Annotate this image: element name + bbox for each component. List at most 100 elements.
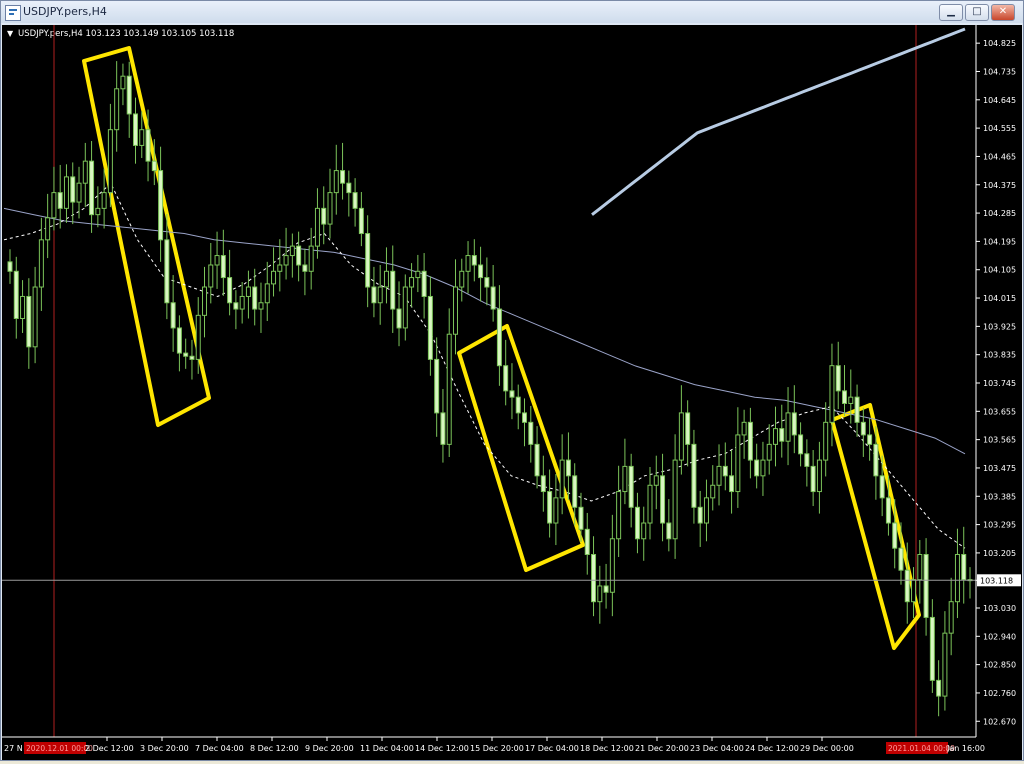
candle-body <box>735 434 741 493</box>
candle-body <box>13 270 19 319</box>
candle-body <box>346 182 352 194</box>
candle-body <box>70 176 76 203</box>
candle-body <box>892 522 898 549</box>
candle-body <box>653 475 659 486</box>
candle-body <box>565 459 571 477</box>
candle-body <box>496 308 502 367</box>
candle-body <box>603 585 609 593</box>
candle-body <box>208 264 214 288</box>
x-tick-label: 15 Dec 20:00 <box>470 744 524 753</box>
x-tick-label: 17 Dec 04:00 <box>525 744 579 753</box>
candle-body <box>365 233 371 288</box>
chart-window-icon <box>5 5 21 21</box>
candle-body <box>754 459 760 477</box>
candle-body <box>540 475 546 493</box>
candle-body <box>879 475 885 499</box>
chart-header: USDJPY.pers,H4 103.123 103.149 103.105 1… <box>18 29 234 39</box>
candle-body <box>936 679 942 697</box>
candle-body <box>32 286 38 348</box>
candle-body <box>741 421 747 436</box>
y-tick-label: 103.385 <box>983 492 1016 501</box>
candle-body <box>396 308 402 329</box>
candle-body <box>929 616 935 681</box>
candle-body <box>766 443 772 461</box>
candle-body <box>779 428 785 442</box>
candle-body <box>634 506 640 540</box>
chart-header-arrow: ▼ <box>7 29 14 38</box>
candle-body <box>584 528 590 555</box>
candle-body <box>302 264 308 272</box>
chart-window: USDJPY.pers,H4 ▁ □ ✕ ▼ USDJPY.pers,H4 10… <box>0 0 1024 761</box>
candle-body <box>747 421 753 461</box>
candle-body <box>220 255 226 279</box>
candle-body <box>271 270 277 285</box>
y-tick-label: 103.475 <box>983 464 1016 473</box>
candle-body <box>427 295 433 360</box>
y-tick-label: 102.760 <box>983 689 1016 698</box>
candle-body <box>810 465 816 493</box>
candle-body <box>716 465 722 486</box>
candle-body <box>38 239 44 288</box>
candle-body <box>867 434 873 445</box>
candle-body <box>785 412 791 442</box>
candle-body <box>214 255 220 266</box>
candle-body <box>327 192 333 225</box>
candle-body <box>126 75 132 115</box>
x-tick-label: 21 Dec 20:00 <box>635 744 689 753</box>
candle-body <box>340 170 346 184</box>
price-chart[interactable]: ▼ USDJPY.pers,H4 103.123 103.149 103.105… <box>2 25 1022 760</box>
candle-body <box>478 264 484 279</box>
candle-body <box>252 286 258 310</box>
candle-body <box>233 302 239 310</box>
candle-body <box>948 601 954 634</box>
candle-body <box>660 475 666 524</box>
candle-body <box>672 459 678 540</box>
x-tick-label-first: 27 N <box>4 744 23 753</box>
period-marker-label: 2021.01.04 00:00 <box>888 744 955 753</box>
minimize-button[interactable]: ▁ <box>939 4 963 21</box>
candle-body <box>289 245 295 257</box>
x-tick-label: 9 Dec 20:00 <box>305 744 354 753</box>
candle-body <box>923 553 929 618</box>
close-button[interactable]: ✕ <box>991 4 1015 21</box>
candle-body <box>628 465 634 508</box>
annotation-rectangle <box>457 324 585 572</box>
x-tick-label: 2 Dec 12:00 <box>85 744 134 753</box>
candle-body <box>678 412 684 461</box>
candle-body <box>114 88 120 131</box>
candle-body <box>465 255 471 272</box>
candle-body <box>547 491 553 524</box>
candle-body <box>622 465 628 493</box>
fast-ma-line <box>3 182 966 549</box>
y-tick-label: 103.925 <box>983 322 1016 331</box>
candle-body <box>63 176 69 209</box>
x-tick-label: 8 Dec 12:00 <box>250 744 299 753</box>
candle-body <box>158 170 164 241</box>
candle-body <box>961 553 967 581</box>
candle-body <box>176 327 182 354</box>
y-tick-label: 104.015 <box>983 294 1016 303</box>
candle-body <box>296 245 302 266</box>
maximize-button[interactable]: □ <box>965 4 989 21</box>
candle-body <box>459 270 465 288</box>
candle-body <box>358 207 364 235</box>
candle-body <box>641 522 647 540</box>
y-tick-label: 104.465 <box>983 152 1016 161</box>
candle-body <box>911 579 917 603</box>
candle-body <box>954 553 960 603</box>
candle-body <box>898 547 904 571</box>
y-tick-label: 103.205 <box>983 549 1016 558</box>
y-tick-label: 103.835 <box>983 351 1016 360</box>
candle-body <box>829 365 835 423</box>
y-tick-label: 103.295 <box>983 521 1016 530</box>
candle-body <box>572 475 578 508</box>
window-titlebar[interactable]: USDJPY.pers,H4 ▁ □ ✕ <box>1 1 1023 23</box>
y-tick-label: 102.670 <box>983 717 1016 726</box>
candle-body <box>471 255 477 266</box>
candle-body <box>195 314 201 360</box>
candle-body <box>145 129 151 162</box>
y-tick-label: 103.030 <box>983 604 1016 613</box>
candle-body <box>51 192 57 219</box>
candle-body <box>239 295 245 310</box>
y-tick-label: 104.375 <box>983 181 1016 190</box>
